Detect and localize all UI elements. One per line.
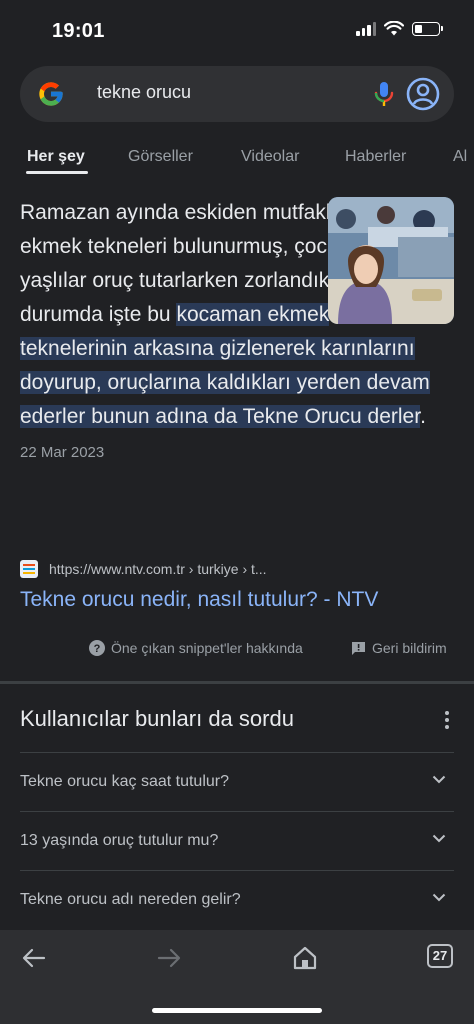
result-url: https://www.ntv.com.tr › turkiye › t... [49, 561, 267, 577]
paa-question-text: Tekne orucu kaç saat tutulur? [20, 773, 230, 790]
ntv-favicon-icon [20, 560, 38, 578]
chevron-down-icon [432, 893, 446, 902]
result-source[interactable]: https://www.ntv.com.tr › turkiye › t... [20, 560, 460, 582]
status-icons [356, 21, 443, 36]
section-divider [0, 681, 474, 684]
microphone-icon[interactable] [372, 80, 396, 108]
paa-question-row[interactable]: Tekne orucu adı nereden gelir? [20, 870, 454, 928]
status-bar: 19:01 [0, 0, 474, 62]
tab-news[interactable]: Haberler [345, 148, 406, 166]
cellular-signal-icon [356, 21, 376, 36]
google-logo-icon [39, 82, 63, 106]
about-snippets-link[interactable]: ? Öne çıkan snippet'ler hakkında [89, 638, 303, 658]
snippet-thumbnail-image[interactable] [328, 197, 454, 324]
feedback-label: Geri bildirim [372, 640, 447, 656]
about-snippets-label: Öne çıkan snippet'ler hakkında [111, 640, 303, 656]
wifi-icon [384, 21, 404, 36]
active-tab-indicator [26, 171, 88, 174]
tab-switcher-button[interactable]: 27 [427, 944, 453, 968]
chevron-down-icon [432, 834, 446, 843]
tab-all[interactable]: Her şey [27, 148, 85, 166]
home-indicator [152, 1008, 322, 1013]
paa-question-row[interactable]: Tekne orucu kaç saat tutulur? [20, 752, 454, 810]
paa-question-row[interactable]: 13 yaşında oruç tutulur mu? [20, 811, 454, 869]
forward-arrow-icon[interactable] [155, 944, 183, 972]
feedback-link[interactable]: Geri bildirim [351, 638, 447, 658]
snippet-period: . [420, 405, 426, 428]
tab-images[interactable]: Görseller [128, 148, 193, 166]
feedback-icon [352, 641, 365, 655]
battery-icon [412, 21, 443, 36]
search-input[interactable]: tekne orucu [97, 82, 191, 103]
search-bar[interactable]: tekne orucu [20, 66, 454, 122]
back-arrow-icon[interactable] [20, 944, 48, 972]
tab-videos[interactable]: Videolar [241, 148, 299, 166]
account-icon[interactable] [405, 76, 441, 112]
search-tabs: Her şey Görseller Videolar Haberler Al [0, 140, 474, 180]
svg-text:?: ? [94, 643, 101, 655]
help-icon: ? [89, 640, 105, 656]
paa-question-text: 13 yaşında oruç tutulur mu? [20, 832, 219, 849]
paa-question-text: Tekne orucu adı nereden gelir? [20, 891, 241, 908]
chevron-down-icon [432, 775, 446, 784]
paa-heading: Kullanıcılar bunları da sordu [20, 706, 294, 731]
tab-more[interactable]: Al [453, 148, 467, 166]
snippet-date: 22 Mar 2023 [20, 444, 105, 461]
result-title-link[interactable]: Tekne orucu nedir, nasıl tutulur? - NTV [20, 588, 378, 612]
status-time: 19:01 [52, 20, 105, 42]
more-options-icon[interactable] [443, 710, 451, 732]
home-icon[interactable] [291, 944, 319, 972]
